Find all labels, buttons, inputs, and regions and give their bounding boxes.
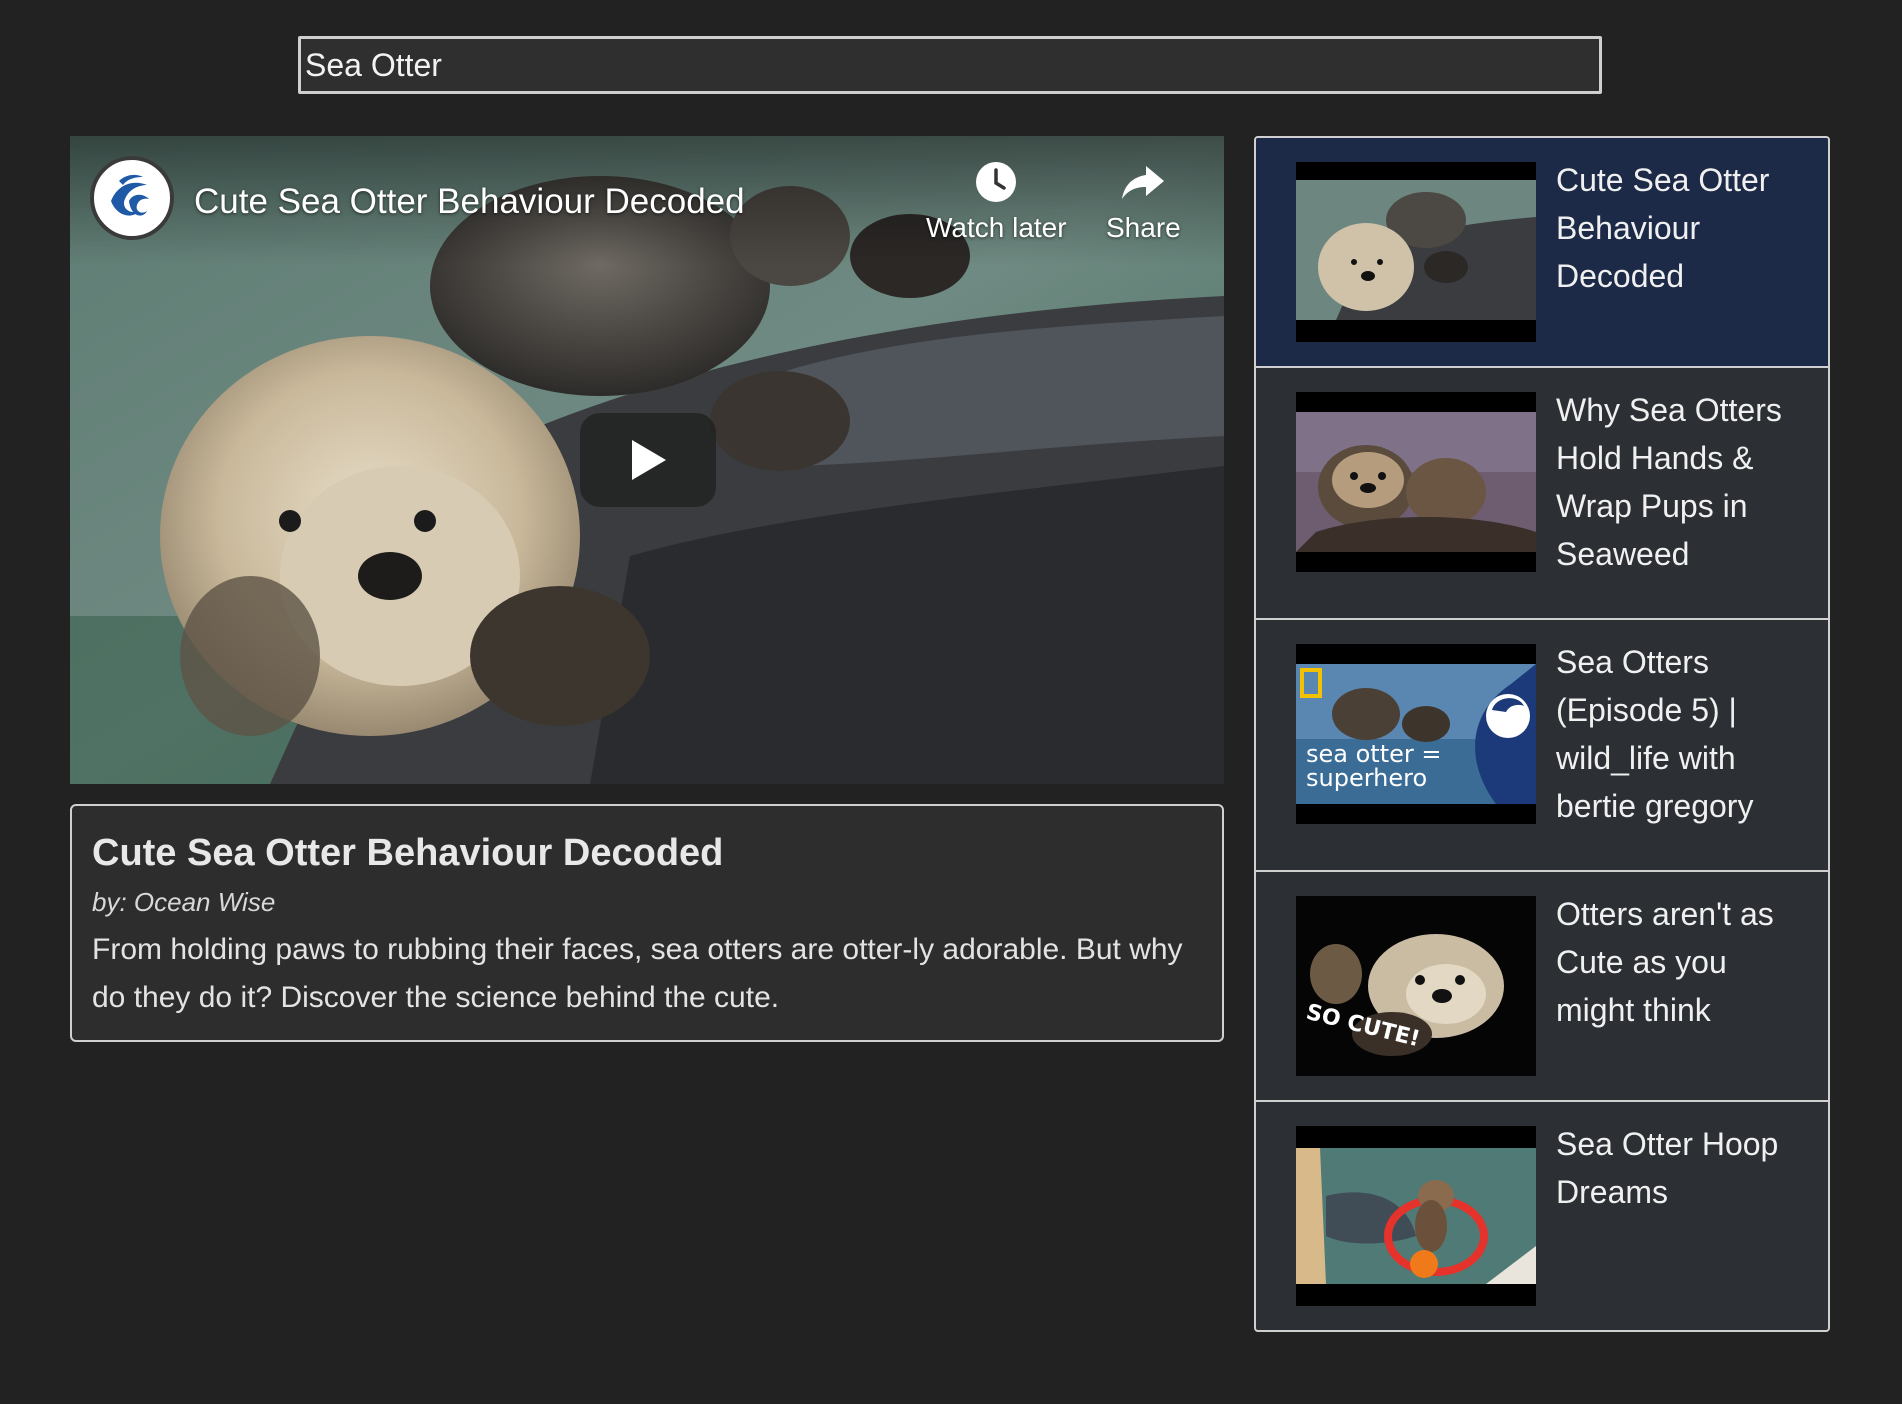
playlist-item-title: Sea Otters (Episode 5) | wild_life with … <box>1556 644 1754 824</box>
watch-later-label: Watch later <box>926 212 1067 243</box>
otter-thumbnail-image: SO CUTE! <box>1296 896 1536 1076</box>
playlist-thumbnail: SO CUTE! <box>1296 896 1536 1076</box>
video-details: Cute Sea Otter Behaviour Decoded by: Oce… <box>70 804 1224 1042</box>
playlist-item[interactable]: SO CUTE! Otters aren't as Cute as you mi… <box>1256 872 1828 1102</box>
page: Cute Sea Otter Behaviour Decoded Watch l… <box>0 0 1902 1404</box>
playlist-item-title: Cute Sea Otter Behaviour Decoded <box>1556 162 1770 294</box>
thumb-text-line-2: superhero <box>1306 764 1427 792</box>
playlist: Cute Sea Otter Behaviour Decoded Why Sea <box>1254 136 1830 1332</box>
playlist-item[interactable]: Why Sea Otters Hold Hands & Wrap Pups in… <box>1256 368 1828 620</box>
playlist-item-title: Sea Otter Hoop Dreams <box>1556 1126 1779 1210</box>
video-player[interactable]: Cute Sea Otter Behaviour Decoded Watch l… <box>70 136 1224 784</box>
playlist-item[interactable]: sea otter = superhero Sea Otters (Episod… <box>1256 620 1828 872</box>
playlist-item[interactable]: Cute Sea Otter Behaviour Decoded <box>1256 138 1828 368</box>
channel-logo[interactable] <box>90 156 174 240</box>
play-button[interactable] <box>580 413 716 507</box>
play-icon <box>632 440 666 480</box>
otter-thumbnail-image <box>1296 162 1536 342</box>
search-input[interactable] <box>301 39 1599 91</box>
share-label: Share <box>1106 212 1181 243</box>
details-description: From holding paws to rubbing their faces… <box>92 933 1183 1014</box>
playlist-item[interactable]: Sea Otter Hoop Dreams <box>1256 1102 1828 1330</box>
ocean-wise-logo-icon <box>102 168 162 228</box>
playlist-item-title: Otters aren't as Cute as you might think <box>1556 896 1774 1028</box>
search-box <box>298 36 1602 94</box>
playlist-thumbnail: sea otter = superhero <box>1296 644 1536 824</box>
playlist-thumbnail <box>1296 1126 1536 1306</box>
player-video-title[interactable]: Cute Sea Otter Behaviour Decoded <box>194 182 745 222</box>
playlist-thumbnail <box>1296 392 1536 572</box>
otter-thumbnail-image: sea otter = superhero <box>1296 644 1536 824</box>
watch-later-button[interactable]: Watch later <box>926 158 1067 244</box>
share-button[interactable]: Share <box>1106 158 1181 244</box>
details-author: by: Ocean Wise <box>92 887 276 917</box>
playlist-item-title: Why Sea Otters Hold Hands & Wrap Pups in… <box>1556 392 1782 572</box>
playlist-thumbnail <box>1296 162 1536 342</box>
share-arrow-icon <box>1122 166 1165 199</box>
details-title: Cute Sea Otter Behaviour Decoded <box>92 832 724 874</box>
otter-thumbnail-image <box>1296 392 1536 572</box>
clock-icon <box>976 162 1017 202</box>
otter-thumbnail-image <box>1296 1126 1536 1306</box>
